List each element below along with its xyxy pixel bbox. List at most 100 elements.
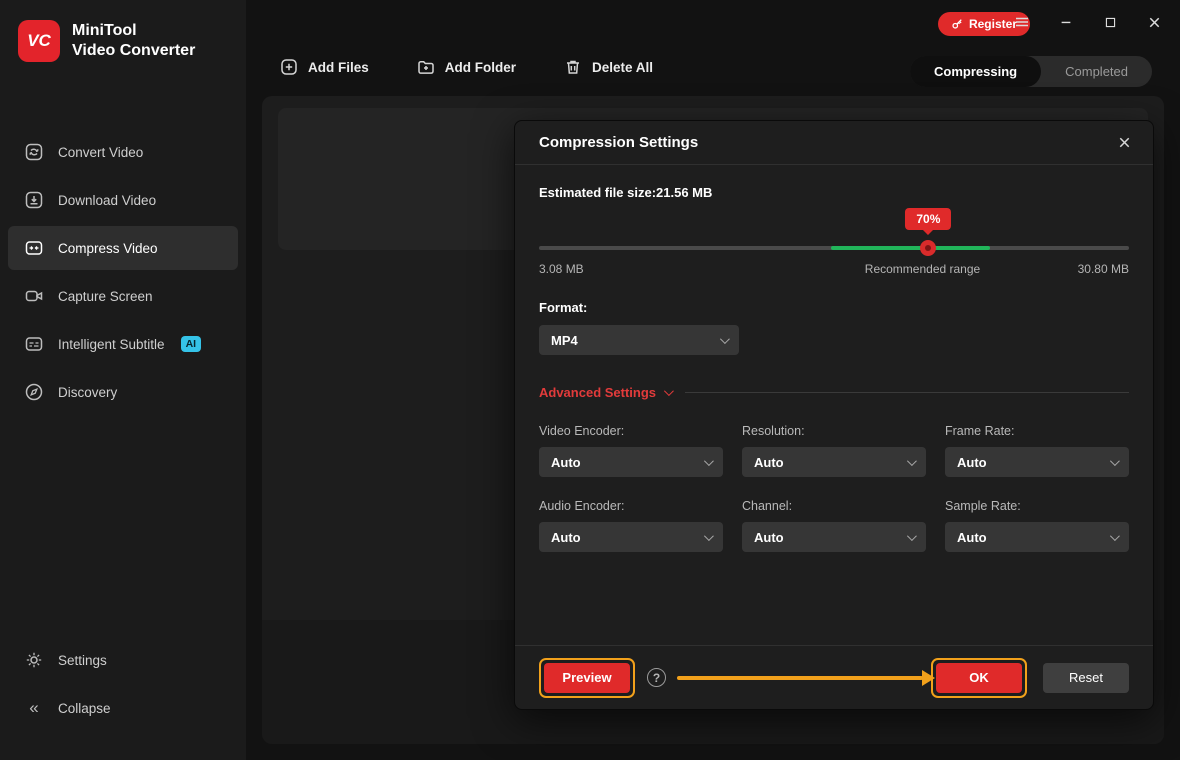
sample-rate-dropdown[interactable]: Auto	[945, 522, 1129, 552]
sidebar-item-convert-video[interactable]: Convert Video	[8, 130, 238, 174]
preview-button[interactable]: Preview	[544, 663, 630, 693]
slider-recommended-segment	[831, 246, 990, 250]
compression-slider: 70% 3.08 MB Recommended range 30.80 MB	[539, 210, 1129, 282]
dialog-title: Compression Settings	[539, 134, 698, 151]
field-value: Auto	[754, 455, 784, 470]
dialog-close-icon[interactable]	[1113, 132, 1135, 154]
divider	[685, 392, 1129, 393]
field-value: Auto	[754, 530, 784, 545]
sidebar-item-collapse[interactable]: « Collapse	[8, 686, 238, 730]
field-value: Auto	[551, 530, 581, 545]
sidebar-item-label: Capture Screen	[58, 289, 153, 304]
download-video-icon	[24, 190, 44, 210]
slider-value-tooltip: 70%	[905, 208, 951, 230]
chevron-down-icon	[1110, 531, 1120, 541]
sidebar-item-discovery[interactable]: Discovery	[8, 370, 238, 414]
capture-screen-icon	[24, 286, 44, 306]
dialog-header: Compression Settings	[515, 121, 1153, 165]
advanced-settings-toggle[interactable]: Advanced Settings	[539, 385, 671, 400]
field-value: Auto	[957, 530, 987, 545]
add-files-label: Add Files	[308, 60, 369, 75]
chevron-down-icon	[1110, 456, 1120, 466]
field-audio-encoder: Audio Encoder: Auto	[539, 499, 723, 552]
advanced-settings-row: Advanced Settings	[539, 385, 1129, 400]
field-channel: Channel: Auto	[742, 499, 926, 552]
trash-icon	[564, 58, 582, 76]
register-label: Register	[969, 17, 1017, 31]
sidebar-nav: Convert Video Download Video Compress Vi…	[0, 130, 246, 414]
discovery-icon	[24, 382, 44, 402]
estimated-file-size: Estimated file size:21.56 MB	[539, 185, 1129, 200]
slider-thumb[interactable]	[920, 240, 936, 256]
tutorial-arrow	[677, 676, 923, 680]
tab-completed[interactable]: Completed	[1041, 56, 1152, 87]
field-label: Audio Encoder:	[539, 499, 723, 513]
preview-highlight-annotation: Preview	[539, 658, 635, 698]
sidebar-item-download-video[interactable]: Download Video	[8, 178, 238, 222]
minimize-icon[interactable]	[1056, 12, 1076, 32]
maximize-icon[interactable]	[1100, 12, 1120, 32]
app-title-line2: Video Converter	[72, 41, 195, 61]
ok-button[interactable]: OK	[936, 663, 1022, 693]
app-title: MiniTool Video Converter	[72, 21, 195, 61]
audio-encoder-dropdown[interactable]: Auto	[539, 522, 723, 552]
field-frame-rate: Frame Rate: Auto	[945, 424, 1129, 477]
convert-video-icon	[24, 142, 44, 162]
sidebar-item-label: Convert Video	[58, 145, 143, 160]
sidebar-item-settings[interactable]: Settings	[8, 638, 238, 682]
dialog-body: Estimated file size:21.56 MB 70% 3.08 MB…	[515, 165, 1153, 552]
close-icon[interactable]	[1144, 12, 1164, 32]
compress-video-icon	[24, 238, 44, 258]
delete-all-label: Delete All	[592, 60, 653, 75]
ok-highlight-annotation: OK	[931, 658, 1027, 698]
chevron-down-icon	[720, 334, 730, 344]
field-label: Video Encoder:	[539, 424, 723, 438]
field-label: Frame Rate:	[945, 424, 1129, 438]
advanced-settings-label: Advanced Settings	[539, 385, 656, 400]
main-area: Register Add Files	[246, 0, 1180, 760]
add-files-icon	[280, 58, 298, 76]
intelligent-subtitle-icon	[24, 334, 44, 354]
slider-min-label: 3.08 MB	[539, 262, 584, 276]
collapse-icon: «	[24, 698, 44, 718]
status-tabs: Compressing Completed	[910, 56, 1152, 87]
field-label: Sample Rate:	[945, 499, 1129, 513]
field-value: Auto	[551, 455, 581, 470]
channel-dropdown[interactable]: Auto	[742, 522, 926, 552]
delete-all-button[interactable]: Delete All	[564, 58, 653, 76]
sidebar-item-compress-video[interactable]: Compress Video	[8, 226, 238, 270]
chevron-down-icon	[907, 531, 917, 541]
field-resolution: Resolution: Auto	[742, 424, 926, 477]
help-icon[interactable]: ?	[647, 668, 666, 687]
add-files-button[interactable]: Add Files	[280, 58, 369, 76]
frame-rate-dropdown[interactable]: Auto	[945, 447, 1129, 477]
add-folder-button[interactable]: Add Folder	[417, 58, 516, 76]
tab-compressing[interactable]: Compressing	[910, 56, 1041, 87]
resolution-dropdown[interactable]: Auto	[742, 447, 926, 477]
field-label: Channel:	[742, 499, 926, 513]
format-dropdown[interactable]: MP4	[539, 325, 739, 355]
format-value: MP4	[551, 333, 578, 348]
format-label: Format:	[539, 300, 1129, 315]
titlebar: Register	[246, 0, 1180, 48]
sidebar-item-capture-screen[interactable]: Capture Screen	[8, 274, 238, 318]
sidebar-item-label: Collapse	[58, 701, 111, 716]
video-encoder-dropdown[interactable]: Auto	[539, 447, 723, 477]
key-icon	[951, 18, 963, 30]
menu-icon[interactable]	[1012, 12, 1032, 32]
ai-badge: AI	[181, 336, 202, 352]
chevron-down-icon	[704, 531, 714, 541]
field-value: Auto	[957, 455, 987, 470]
field-video-encoder: Video Encoder: Auto	[539, 424, 723, 477]
reset-button[interactable]: Reset	[1043, 663, 1129, 693]
add-folder-label: Add Folder	[445, 60, 516, 75]
chevron-down-icon	[704, 456, 714, 466]
slider-range-label: Recommended range	[865, 262, 980, 276]
field-sample-rate: Sample Rate: Auto	[945, 499, 1129, 552]
sidebar-item-intelligent-subtitle[interactable]: Intelligent Subtitle AI	[8, 322, 238, 366]
field-label: Resolution:	[742, 424, 926, 438]
slider-max-label: 30.80 MB	[1078, 262, 1129, 276]
chevron-down-icon	[664, 386, 674, 396]
window-controls	[1012, 12, 1164, 32]
sidebar-item-label: Discovery	[58, 385, 117, 400]
